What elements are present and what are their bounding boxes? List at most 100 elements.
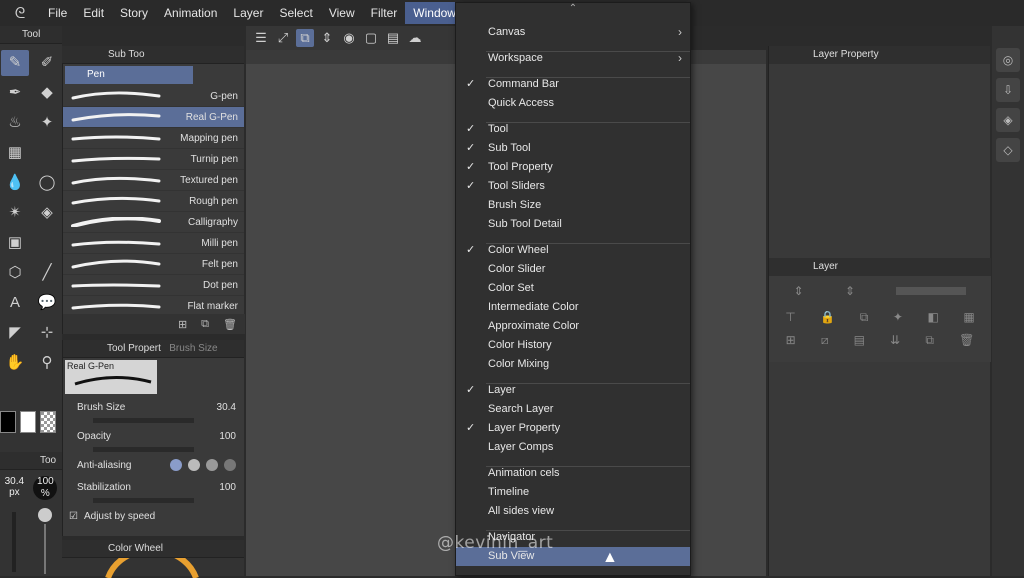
layer-folder-icon[interactable]: ▤ [854,333,865,348]
grid-tool-icon[interactable]: ▦ [1,140,29,166]
lasso-tool-icon[interactable]: ◯ [33,170,61,196]
color-wheel-arc[interactable] [102,558,202,578]
new-file-icon[interactable]: ▢ [362,29,380,47]
expand-icon[interactable]: ⤢ [274,29,292,47]
trash-icon[interactable]: 🗑 [223,318,237,331]
opacity-slider-knob[interactable] [38,508,52,522]
window-menu-item[interactable]: Canvas › [456,23,690,42]
layer-ref-icon[interactable]: ✦ [893,310,903,325]
layer-clip-icon[interactable]: ⧉ [860,310,869,325]
aa-medium-option[interactable] [206,459,218,471]
cloud-icon[interactable]: ☁ [406,29,424,47]
layer-opacity-slider[interactable] [896,287,967,295]
layer-merge-icon[interactable]: ⇊ [890,333,900,348]
layer-mask-icon[interactable]: ◧ [927,310,938,325]
window-menu-item[interactable]: Intermediate Color [456,298,690,317]
opacity-row[interactable]: Opacity 100 [63,425,244,447]
layer-trash-icon[interactable]: 🗑 [959,333,974,348]
gradient-tool-icon[interactable]: ▣ [1,230,29,256]
tool-property-tab[interactable]: Tool Propert Brush Size [63,340,244,358]
window-menu-item[interactable]: Layer Comps [456,438,690,457]
brush-item[interactable]: G-pen [63,86,244,107]
layer-tab[interactable]: Layer [769,258,991,276]
menu-filter[interactable]: Filter [363,2,406,24]
brush-item[interactable]: Rough pen [63,191,244,212]
airbrush-tool-icon[interactable]: ♨ [1,110,29,136]
brush-item[interactable]: Mapping pen [63,128,244,149]
menu-view[interactable]: View [321,2,363,24]
layer-opacity-icon[interactable]: ⇕ [845,284,855,298]
figure-tool-icon[interactable]: ⬡ [1,260,29,286]
stabilization-row[interactable]: Stabilization 100 [63,476,244,498]
app-logo-icon[interactable]: ᘓ [0,5,40,22]
window-menu-item[interactable]: Sub Tool Detail [456,215,690,234]
eyedropper-tool-icon[interactable]: ⚲ [33,350,61,376]
line-tool-icon[interactable]: ╱ [33,260,61,286]
record-icon[interactable]: ◉ [340,29,358,47]
blend-tool-icon[interactable]: 💧 [1,170,29,196]
navigator-icon[interactable]: ◎ [996,48,1020,72]
window-menu-item[interactable]: ✓ Tool Property [456,158,690,177]
layer-copy-icon[interactable]: ⧉ [925,333,934,348]
stabilization-bar[interactable] [93,498,194,503]
window-menu-item[interactable]: Animation cels [456,464,690,483]
main-color-swatch[interactable] [0,411,16,433]
brush-size-value[interactable]: 30.4 [217,402,236,413]
menu-select[interactable]: Select [271,2,320,24]
hand-tool-icon[interactable]: ✋ [1,350,29,376]
window-menu-item[interactable]: Approximate Color [456,317,690,336]
aa-none-option[interactable] [170,459,182,471]
aa-weak-option[interactable] [188,459,200,471]
brush-item[interactable]: Real G-Pen [63,107,244,128]
add-icon[interactable]: ⊞ [178,318,187,331]
tool-sliders-tab[interactable]: Too [0,452,62,470]
window-menu-item[interactable]: ✓ Layer Property [456,419,690,438]
layer-vector-icon[interactable]: ⧄ [821,333,829,348]
window-menu-item[interactable]: All sides view [456,502,690,521]
checkbox-icon[interactable]: ☑ [69,511,78,522]
color-wheel-tab[interactable]: Color Wheel [62,540,244,558]
pen-tool-icon[interactable]: ✎ [1,50,29,76]
menu-story[interactable]: Story [112,2,156,24]
brush-tool-icon[interactable]: ✒ [1,80,29,106]
sparkle-tool-icon[interactable]: ✦ [33,110,61,136]
brush-item[interactable]: Turnip pen [63,149,244,170]
magic-wand-icon[interactable]: ✴ [1,200,29,226]
window-menu-item[interactable]: Color Mixing [456,355,690,374]
window-menu-item[interactable]: ✓ Tool [456,120,690,139]
brush-size-tab-label[interactable]: Brush Size [169,343,217,354]
brush-item[interactable]: Milli pen [63,233,244,254]
opacity-slider[interactable] [44,524,46,574]
window-menu-item[interactable]: ✓ Sub Tool [456,139,690,158]
eraser-tool-icon[interactable]: ◆ [33,80,61,106]
transform-icon[interactable]: ⧉ [296,29,314,47]
ruler-tool-icon[interactable]: ⊹ [33,320,61,346]
window-menu-item[interactable]: ✓ Tool Sliders [456,177,690,196]
layer-pin-icon[interactable]: ⊤ [785,310,795,325]
sub-color-swatch[interactable] [20,411,36,433]
aa-strong-option[interactable] [224,459,236,471]
layer-property-tab[interactable]: Layer Property [769,46,990,64]
window-menu-item[interactable]: Color History [456,336,690,355]
balloon-tool-icon[interactable]: 💬 [33,290,61,316]
pencil-tool-icon[interactable]: ✐ [33,50,61,76]
brush-item[interactable]: Dot pen [63,275,244,296]
window-menu-item[interactable]: Color Set [456,279,690,298]
pen-group-header[interactable]: Pen [65,66,193,84]
window-menu-item[interactable]: ✓ Command Bar [456,75,690,94]
brush-size-row[interactable]: Brush Size 30.4 [63,396,244,418]
menu-file[interactable]: File [40,2,75,24]
layer-lock-icon[interactable]: 🔒 [820,310,835,325]
window-menu-item[interactable]: Quick Access [456,94,690,113]
adjust-row[interactable]: ☑ Adjust by speed [63,505,244,527]
opacity-bar[interactable] [93,447,194,452]
window-menu-item[interactable]: Workspace › [456,49,690,68]
window-menu-item[interactable]: Color Slider [456,260,690,279]
layer-mode-icon[interactable]: ⇕ [794,284,804,298]
updown-icon[interactable]: ⇕ [318,29,336,47]
copy-icon[interactable]: ⧉ [201,318,209,331]
layers-icon[interactable]: ◈ [996,108,1020,132]
stack-icon[interactable]: ◇ [996,138,1020,162]
scroll-up-icon[interactable]: ⌃ [456,3,690,17]
stabilization-value[interactable]: 100 [219,482,236,493]
